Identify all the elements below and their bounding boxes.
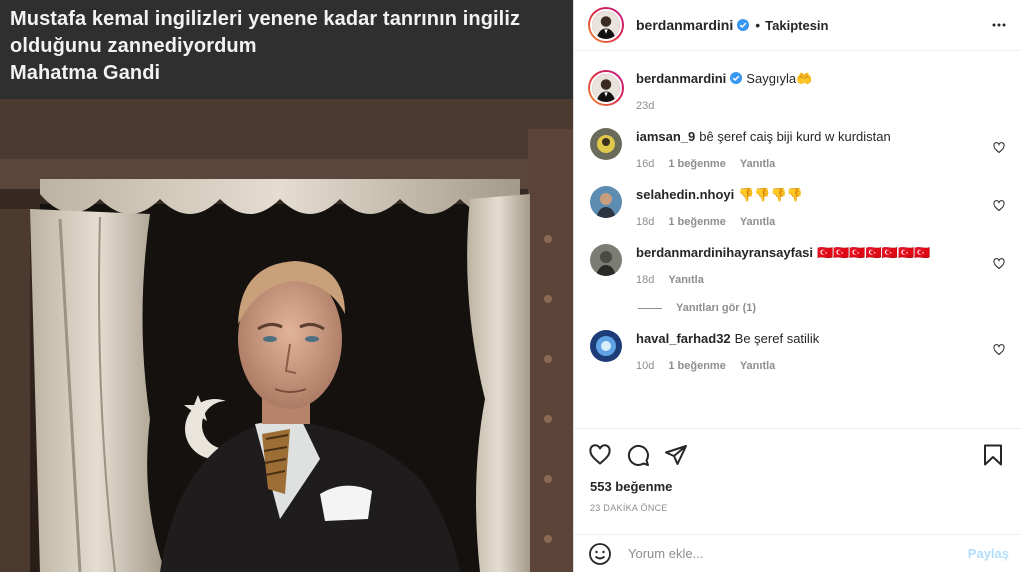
post-comment-button[interactable]: Paylaş: [968, 546, 1009, 561]
verified-badge-icon: [737, 19, 750, 31]
commenter-avatar[interactable]: [590, 244, 622, 276]
comment-time[interactable]: 18d: [636, 216, 654, 228]
comment-time[interactable]: 18d: [636, 274, 654, 286]
comment-time[interactable]: 16d: [636, 158, 654, 170]
comment-username[interactable]: selahedin.nhoyi: [636, 187, 734, 202]
comment-item: iamsan_9 bê şeref caiş biji kurd w kurdis…: [590, 112, 1005, 170]
image-caption-line: olduğunu zannediyordum: [10, 35, 257, 57]
comment-composer: Paylaş: [574, 534, 1021, 572]
comment-time[interactable]: 23d: [636, 100, 654, 112]
likes-count[interactable]: 553 beğenme: [590, 479, 1005, 494]
post-caption: berdanmardini Saygıyla🤲 23d: [588, 52, 1005, 112]
comment-item: berdanmardinihayransayfasi 🇹🇷🇹🇷🇹🇷🇹🇷🇹🇷🇹🇷🇹🇷…: [590, 228, 1005, 286]
comment-time[interactable]: 10d: [636, 360, 654, 372]
author-avatar[interactable]: [588, 7, 624, 43]
share-paper-plane-icon[interactable]: [664, 443, 688, 467]
portrait-photo: [0, 99, 573, 572]
post-header: berdanmardini • Takiptesin: [574, 0, 1021, 51]
comment-input[interactable]: [628, 546, 968, 561]
image-caption-line: Mahatma Gandi: [10, 62, 161, 84]
reply-button[interactable]: Yanıtla: [740, 360, 775, 372]
commenter-avatar[interactable]: [590, 330, 622, 362]
person-avatar-icon: [590, 186, 622, 218]
comment-item: haval_farhad32 Be şeref satilik 10d 1 beğ…: [590, 314, 1005, 372]
following-button[interactable]: Takiptesin: [765, 18, 828, 33]
post-details-panel: berdanmardini • Takiptesin berdanmardini…: [573, 0, 1021, 572]
comment-text: 🇹🇷🇹🇷🇹🇷🇹🇷🇹🇷🇹🇷🇹🇷: [817, 245, 931, 260]
like-comment-heart-icon[interactable]: [993, 200, 1005, 212]
more-options-icon[interactable]: [991, 17, 1007, 33]
comment-text: bê şeref caiş biji kurd w kurdistan: [699, 129, 891, 144]
image-caption-banner: Mustafa kemal ingilizleri yenene kadar t…: [0, 0, 573, 99]
reply-button[interactable]: Yanıtla: [740, 158, 775, 170]
like-comment-heart-icon[interactable]: [993, 258, 1005, 270]
emoji-smiley-icon[interactable]: [588, 542, 612, 566]
post-timestamp[interactable]: 23 DAKİKA ÖNCE: [590, 503, 1005, 513]
divider: [638, 307, 662, 309]
commenter-avatar[interactable]: [590, 186, 622, 218]
author-avatar[interactable]: [588, 70, 624, 106]
comment-text: 👎👎👎👎: [738, 187, 803, 202]
comment-likes[interactable]: 1 beğenme: [668, 158, 725, 170]
image-caption-line: Mustafa kemal ingilizleri yenene kadar t…: [10, 8, 521, 30]
comment-text: Saygıyla🤲: [746, 71, 813, 86]
post-image[interactable]: Mustafa kemal ingilizleri yenene kadar t…: [0, 0, 573, 572]
person-avatar-icon: [590, 330, 622, 362]
view-replies-label: Yanıtları gör (1): [676, 302, 757, 314]
comment-likes[interactable]: 1 beğenme: [668, 216, 725, 228]
comment-likes[interactable]: 1 beğenme: [668, 360, 725, 372]
comments-list[interactable]: berdanmardini Saygıyla🤲 23d iamsan_9 bê şe…: [574, 52, 1021, 428]
comment-username[interactable]: berdanmardini: [636, 71, 726, 86]
comment-username[interactable]: berdanmardinihayransayfasi: [636, 245, 813, 260]
post-actions: 553 beğenme 23 DAKİKA ÖNCE: [574, 428, 1021, 513]
reply-button[interactable]: Yanıtla: [668, 274, 703, 286]
comment-username[interactable]: haval_farhad32: [636, 331, 731, 346]
separator-dot: •: [755, 17, 761, 33]
like-heart-icon[interactable]: [588, 443, 612, 467]
save-bookmark-icon[interactable]: [981, 443, 1005, 467]
comment-bubble-icon[interactable]: [626, 443, 650, 467]
like-comment-heart-icon[interactable]: [993, 142, 1005, 154]
person-avatar-icon: [590, 244, 622, 276]
commenter-avatar[interactable]: [590, 128, 622, 160]
like-comment-heart-icon[interactable]: [993, 344, 1005, 356]
comment-text: Be şeref satilik: [734, 331, 820, 346]
comment-username[interactable]: iamsan_9: [636, 129, 695, 144]
verified-badge-icon: [730, 72, 743, 84]
author-username-link[interactable]: berdanmardini: [636, 17, 733, 33]
reply-button[interactable]: Yanıtla: [740, 216, 775, 228]
person-avatar-icon: [592, 74, 620, 102]
view-replies-button[interactable]: Yanıtları gör (1): [638, 302, 1005, 314]
person-avatar-icon: [592, 11, 620, 39]
comment-item: selahedin.nhoyi 👎👎👎👎 18d 1 beğenme Yanıtl…: [590, 170, 1005, 228]
person-avatar-icon: [590, 128, 622, 160]
